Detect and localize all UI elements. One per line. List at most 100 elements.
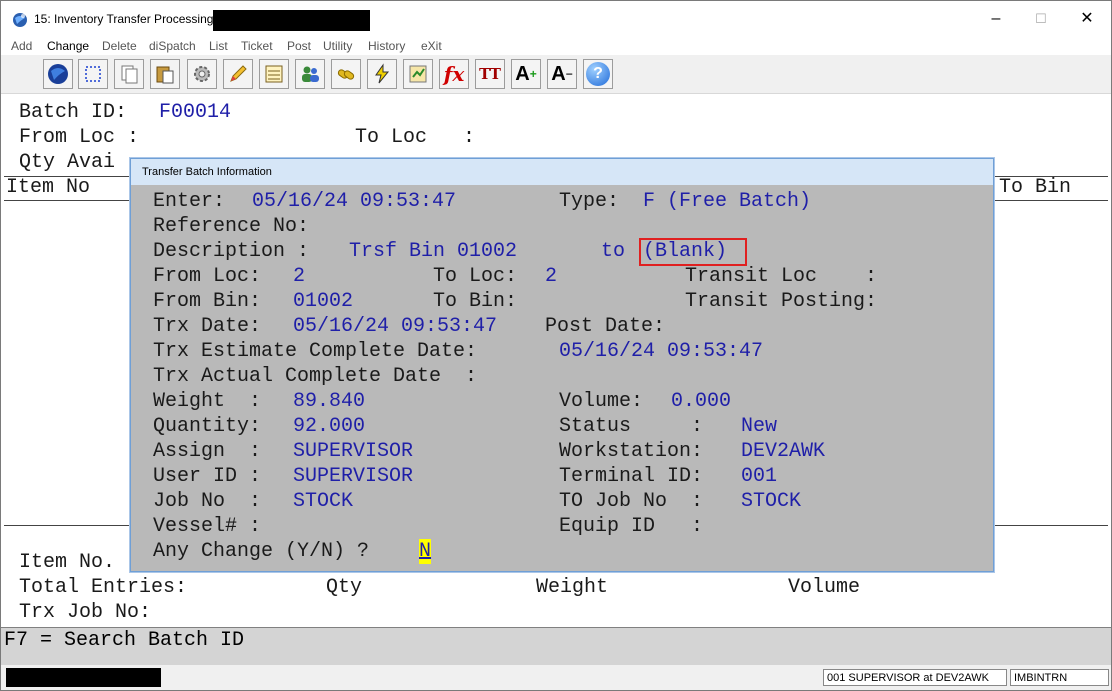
- minus-icon: −: [565, 67, 573, 81]
- redacted-status: [6, 668, 161, 687]
- menu-delete[interactable]: Delete: [102, 39, 137, 53]
- weight-value: 89.840: [293, 390, 366, 413]
- menu-bar: Add Change Delete diSpatch List Ticket P…: [1, 37, 1111, 55]
- redacted-title: [213, 10, 370, 31]
- menu-add[interactable]: Add: [11, 39, 32, 53]
- lightning-icon[interactable]: [367, 59, 397, 89]
- assign-label: Assign :: [153, 440, 262, 463]
- link-icon[interactable]: [331, 59, 361, 89]
- menu-change[interactable]: Change: [47, 39, 89, 53]
- fx-icon[interactable]: fx: [439, 59, 469, 89]
- menu-exit[interactable]: eXit: [421, 39, 442, 53]
- actual-complete-label: Trx Actual Complete Date :: [153, 365, 478, 388]
- select-icon[interactable]: [78, 59, 108, 89]
- menu-utility[interactable]: Utility: [323, 39, 352, 53]
- menu-list[interactable]: List: [209, 39, 228, 53]
- trx-job-label: Trx Job No:: [19, 601, 152, 624]
- menu-post[interactable]: Post: [287, 39, 311, 53]
- title-bar: 15: Inventory Transfer Processing - – ☐ …: [1, 1, 1111, 37]
- font-increase-icon[interactable]: A +: [511, 59, 541, 89]
- calc-icon[interactable]: [403, 59, 433, 89]
- from-loc-value: 2: [293, 265, 306, 288]
- qty-avail-label: Qty Avai: [19, 151, 116, 174]
- status-bar: 001 SUPERVISOR at DEV2AWK IMBINTRN: [1, 665, 1111, 690]
- menu-dispatch[interactable]: diSpatch: [149, 39, 196, 53]
- font-increase-glyph: A: [515, 62, 530, 85]
- any-change-label: Any Change (Y/N) ?: [153, 540, 370, 563]
- quantity-value: 92.000: [293, 415, 366, 438]
- maximize-button[interactable]: ☐: [1018, 1, 1064, 37]
- terminal-value: 001: [741, 465, 778, 488]
- help-glyph: ?: [586, 62, 610, 86]
- batch-id-label: Batch ID:: [19, 101, 128, 124]
- user-id-value: SUPERVISOR: [293, 465, 414, 488]
- help-text: F7 = Search Batch ID: [4, 629, 245, 652]
- workstation-value: DEV2AWK: [741, 440, 826, 463]
- workstation-label: Workstation:: [559, 440, 704, 463]
- highlight-box: [639, 238, 747, 266]
- from-loc-label: From Loc:: [153, 265, 262, 288]
- plus-icon: +: [529, 67, 537, 81]
- help-bar: F7 = Search Batch ID: [1, 627, 1111, 666]
- type-label: Type:: [559, 190, 620, 213]
- est-complete-value: 05/16/24 09:53:47: [559, 340, 764, 363]
- copy-icon[interactable]: [114, 59, 144, 89]
- close-button[interactable]: ✕: [1064, 1, 1110, 37]
- app-window: 15: Inventory Transfer Processing - – ☐ …: [0, 0, 1112, 691]
- batch-id-value[interactable]: F00014: [159, 101, 231, 125]
- weight-label: Weight :: [153, 390, 262, 413]
- to-loc-label: To Loc :: [355, 126, 476, 149]
- total-entries-label: Total Entries:: [19, 576, 188, 599]
- to-loc-label: To Loc:: [433, 265, 518, 288]
- from-bin-label: From Bin:: [153, 290, 262, 313]
- edit-icon[interactable]: [223, 59, 253, 89]
- item-no-footer: Item No.: [19, 551, 116, 574]
- paste-icon[interactable]: [150, 59, 180, 89]
- from-bin-value: 01002: [293, 290, 354, 313]
- to-bin-header: To Bin: [999, 176, 1072, 199]
- menu-ticket[interactable]: Ticket: [241, 39, 273, 53]
- vessel-label: Vessel# :: [153, 515, 262, 538]
- transit-posting-label: Transit Posting:: [685, 290, 878, 313]
- quantity-label: Quantity:: [153, 415, 262, 438]
- status-user: 001 SUPERVISOR at DEV2AWK: [823, 669, 1007, 686]
- user-id-label: User ID :: [153, 465, 262, 488]
- description-to: to: [601, 240, 626, 263]
- to-job-label: TO Job No :: [559, 490, 704, 513]
- font-decrease-icon[interactable]: A −: [547, 59, 577, 89]
- app-globe-icon: [13, 13, 27, 27]
- type-value: F (Free Batch): [643, 190, 812, 213]
- transit-loc-label: Transit Loc :: [685, 265, 878, 288]
- enter-value: 05/16/24 09:53:47: [252, 190, 457, 213]
- form-icon[interactable]: [259, 59, 289, 89]
- from-loc-label: From Loc :: [19, 126, 140, 149]
- dialog-title-bar: Transfer Batch Information: [131, 159, 993, 185]
- minimize-button[interactable]: –: [973, 1, 1019, 37]
- post-date-label: Post Date:: [545, 315, 666, 338]
- menu-history[interactable]: History: [368, 39, 405, 53]
- users-icon[interactable]: [295, 59, 325, 89]
- help-icon[interactable]: ?: [583, 59, 613, 89]
- transfer-batch-dialog: Transfer Batch Information Enter: 05/16/…: [130, 158, 994, 572]
- job-value: STOCK: [293, 490, 354, 513]
- font-decrease-glyph: A: [551, 62, 566, 85]
- to-bin-label: To Bin:: [433, 290, 518, 313]
- to-loc-value: 2: [545, 265, 558, 288]
- status-program: IMBINTRN: [1010, 669, 1109, 686]
- trx-date-label: Trx Date:: [153, 315, 262, 338]
- settings-icon[interactable]: [187, 59, 217, 89]
- reference-label: Reference No:: [153, 215, 310, 238]
- qty-label: Qty: [326, 576, 363, 599]
- description-value[interactable]: Trsf Bin 01002: [349, 239, 517, 264]
- est-complete-label: Trx Estimate Complete Date:: [153, 340, 478, 363]
- toolbar: fx TT A + A − ?: [1, 55, 1111, 94]
- font-size-icon[interactable]: TT: [475, 59, 505, 89]
- any-change-input[interactable]: N: [419, 539, 432, 564]
- enter-label: Enter:: [153, 190, 226, 213]
- volume-label: Volume: [788, 576, 861, 599]
- status-value: New: [741, 415, 778, 438]
- dialog-title: Transfer Batch Information: [142, 166, 272, 178]
- job-label: Job No :: [153, 490, 262, 513]
- trx-date-value: 05/16/24 09:53:47: [293, 315, 498, 338]
- globe-icon[interactable]: [43, 59, 73, 89]
